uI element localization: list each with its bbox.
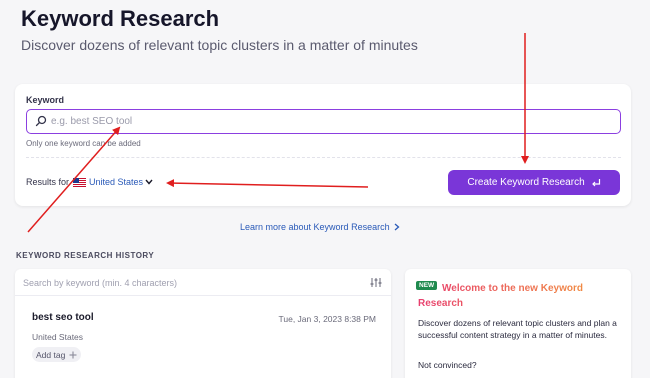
add-tag-label: Add tag (36, 349, 66, 360)
page-title: Keyword Research (21, 6, 220, 31)
promo-card: Welcome to the new Keyword Research NEW … (405, 269, 631, 378)
us-flag-icon (73, 177, 87, 187)
keyword-search-box[interactable] (26, 109, 621, 134)
filter-sliders-icon[interactable] (370, 277, 382, 288)
chevron-down-icon[interactable] (145, 179, 153, 185)
history-section-label: KEYWORD RESEARCH HISTORY (16, 251, 155, 260)
keyword-search-card: Keyword Only one keyword can be added Re… (15, 84, 631, 206)
history-keyword[interactable]: best seo tool (32, 312, 94, 323)
promo-title: Welcome to the new Keyword Research (418, 281, 618, 311)
keyword-input[interactable] (51, 113, 611, 130)
enter-icon (591, 179, 600, 187)
create-button-label: Create Keyword Research (467, 177, 585, 188)
history-search-input[interactable] (23, 275, 353, 290)
learn-more-label: Learn more about Keyword Research (240, 222, 390, 232)
promo-body: Discover dozens of relevant topic cluste… (418, 318, 617, 340)
search-icon (35, 115, 47, 127)
history-date: Tue, Jan 3, 2023 8:38 PM (278, 314, 377, 324)
history-country: United States (32, 332, 84, 342)
divider (26, 157, 621, 158)
page-subtitle: Discover dozens of relevant topic cluste… (21, 37, 418, 53)
results-for-label: Results for (26, 177, 70, 187)
plus-icon (69, 351, 77, 358)
country-selector[interactable]: United States (89, 177, 143, 187)
history-panel: best seo tool Tue, Jan 3, 2023 8:38 PM U… (15, 269, 391, 378)
promo-question: Not convinced? (418, 360, 477, 370)
history-list-item[interactable]: best seo tool Tue, Jan 3, 2023 8:38 PM U… (15, 305, 391, 375)
keyword-label: Keyword (26, 95, 65, 105)
learn-more-link[interactable]: Learn more about Keyword Research (240, 222, 400, 232)
add-tag-button[interactable]: Add tag (32, 347, 82, 362)
history-search-bar (15, 269, 391, 296)
keyword-hint: Only one keyword can be added (26, 139, 141, 148)
results-for: Results for United States (26, 177, 153, 187)
chevron-right-icon (394, 223, 400, 231)
create-keyword-research-button[interactable]: Create Keyword Research (448, 170, 620, 195)
new-badge: NEW (416, 281, 438, 290)
